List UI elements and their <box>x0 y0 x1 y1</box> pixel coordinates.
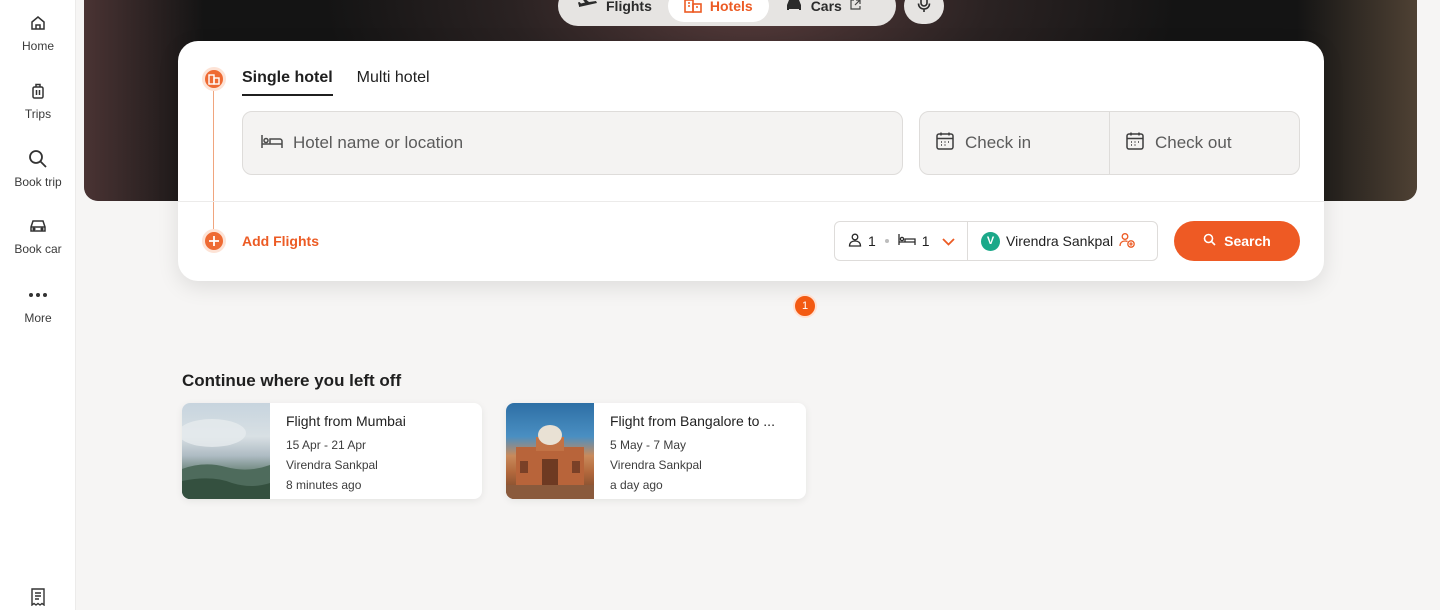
car-icon <box>785 0 803 15</box>
tab-hotels[interactable]: Hotels <box>667 0 769 22</box>
recent-search-traveler: Virendra Sankpal <box>286 458 378 472</box>
add-traveler-icon[interactable] <box>1119 232 1136 251</box>
mode-tabs: Flights Hotels Cars <box>558 0 896 26</box>
add-flights-link[interactable]: Add Flights <box>242 233 319 249</box>
search-button[interactable]: Search <box>1174 221 1300 261</box>
hotel-search-card: Single hotel Multi hotel Hotel name or l… <box>178 41 1324 281</box>
check-out-placeholder: Check out <box>1155 133 1232 152</box>
plane-icon <box>578 0 598 15</box>
sidebar-item-label: Book trip <box>14 175 62 189</box>
destination-thumbnail <box>182 403 270 499</box>
car-icon <box>27 215 49 237</box>
home-icon <box>27 12 49 34</box>
check-out-field[interactable]: Check out <box>1109 111 1300 175</box>
destination-thumbnail <box>506 403 594 499</box>
hotel-type-tabs: Single hotel Multi hotel <box>242 69 430 96</box>
hotel-input-placeholder: Hotel name or location <box>293 133 464 152</box>
sidebar-item-home[interactable]: Home <box>0 12 76 53</box>
luggage-icon <box>27 80 49 102</box>
recent-search-info: Flight from Mumbai 15 Apr - 21 Apr Viren… <box>286 413 472 495</box>
tab-single-hotel[interactable]: Single hotel <box>242 69 333 96</box>
recent-search-dates: 5 May - 7 May <box>610 438 687 452</box>
recent-search-card[interactable]: Flight from Bangalore to ... 5 May - 7 M… <box>506 403 806 499</box>
add-flights-plus-icon[interactable] <box>202 229 226 253</box>
person-icon <box>848 233 862 250</box>
sidebar-item-more[interactable]: More <box>0 284 76 325</box>
tab-label: Flights <box>606 0 652 14</box>
section-title: Continue where you left off <box>182 371 402 390</box>
more-icon <box>27 284 49 306</box>
tab-multi-hotel[interactable]: Multi hotel <box>357 69 430 96</box>
separator-dot <box>884 239 889 243</box>
traveler-selector[interactable]: V Virendra Sankpal <box>967 221 1158 261</box>
room-count: 1 <box>921 233 930 249</box>
recent-search-time: a day ago <box>610 478 663 492</box>
sidebar-item-label: Book car <box>14 242 62 256</box>
recent-search-card[interactable]: Flight from Mumbai 15 Apr - 21 Apr Viren… <box>182 403 482 499</box>
traveler-name: Virendra Sankpal <box>1006 233 1114 249</box>
recent-search-title: Flight from Bangalore to ... <box>610 413 775 429</box>
guests-rooms-selector[interactable]: 1 1 <box>834 221 968 261</box>
step-connector <box>213 89 214 243</box>
check-in-placeholder: Check in <box>965 133 1032 152</box>
microphone-icon <box>917 0 931 18</box>
notification-badge[interactable]: 1 <box>793 294 817 318</box>
search-icon <box>1203 233 1216 249</box>
guest-count: 1 <box>868 233 876 249</box>
tab-label: Hotels <box>709 0 753 14</box>
calendar-icon <box>1125 131 1145 156</box>
hotel-location-input[interactable]: Hotel name or location <box>242 111 903 175</box>
tab-flights[interactable]: Flights <box>562 0 668 22</box>
tab-label: Cars <box>810 0 842 14</box>
recent-search-info: Flight from Bangalore to ... 5 May - 7 M… <box>610 413 796 495</box>
recent-search-title: Flight from Mumbai <box>286 413 406 429</box>
avatar: V <box>981 231 1000 251</box>
recent-search-dates: 15 Apr - 21 Apr <box>286 438 367 452</box>
sidebar-item-book-car[interactable]: Book car <box>0 215 76 256</box>
recent-search-time: 8 minutes ago <box>286 478 362 492</box>
search-icon <box>27 148 49 170</box>
external-link-icon <box>850 0 861 13</box>
calendar-icon <box>935 131 955 156</box>
sidebar-item-label: Home <box>21 39 54 53</box>
sidebar-item-trips[interactable]: Trips <box>0 80 76 121</box>
card-divider <box>178 201 1324 202</box>
tab-cars[interactable]: Cars <box>769 0 877 22</box>
recent-search-traveler: Virendra Sankpal <box>610 458 702 472</box>
sidebar: Home Trips Book trip Book car More <box>0 0 76 610</box>
search-button-label: Search <box>1224 233 1271 249</box>
bed-icon <box>261 133 283 154</box>
bed-icon <box>898 233 916 249</box>
hotel-icon <box>684 0 702 16</box>
sidebar-item-label: More <box>24 311 52 325</box>
sidebar-item-book-trip[interactable]: Book trip <box>0 148 76 189</box>
sidebar-item-label: Trips <box>24 107 52 121</box>
chevron-down-icon <box>941 233 955 249</box>
check-in-field[interactable]: Check in <box>919 111 1110 175</box>
receipt-icon[interactable] <box>27 586 49 608</box>
hotel-step-icon <box>202 67 226 91</box>
